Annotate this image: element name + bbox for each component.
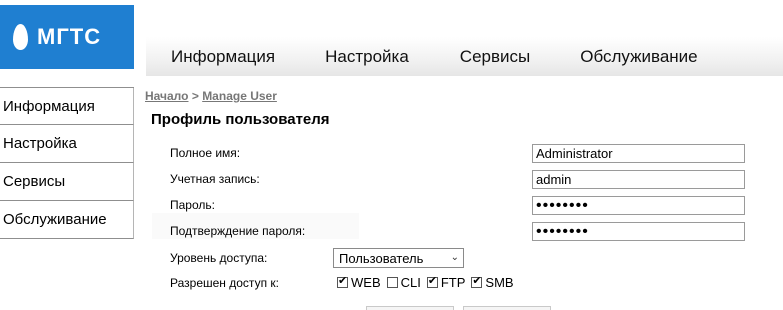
full-name-label: Полное имя:	[170, 146, 241, 160]
sidebar-item-settings[interactable]: Настройка	[0, 125, 134, 163]
breadcrumb: Начало > Manage User	[145, 89, 277, 103]
page: МГТС Информация Настройка Сервисы Обслуж…	[0, 0, 783, 310]
access-label: Разрешен доступ к:	[170, 276, 279, 290]
access-level-value: Пользователь	[339, 250, 424, 266]
access-checkbox-group: WEB CLI FTP SMB	[337, 274, 520, 290]
account-input[interactable]	[532, 170, 745, 189]
sidebar: Информация Настройка Сервисы Обслуживани…	[0, 87, 134, 239]
top-navigation: Информация Настройка Сервисы Обслуживани…	[146, 37, 783, 76]
password-confirm-input[interactable]	[532, 222, 745, 241]
sidebar-item-services[interactable]: Сервисы	[0, 163, 134, 201]
topnav-item-maintenance[interactable]: Обслуживание	[580, 47, 697, 67]
cancel-button[interactable]	[463, 306, 551, 310]
access-level-label: Уровень доступа:	[170, 251, 268, 265]
cli-checkbox-label: CLI	[400, 275, 421, 290]
password-confirm-label: Подтверждение пароля:	[170, 224, 306, 238]
full-name-input[interactable]	[532, 144, 745, 163]
apply-button[interactable]	[366, 306, 454, 310]
breadcrumb-home-link[interactable]: Начало	[145, 89, 188, 103]
logo-text: МГТС	[37, 24, 102, 49]
password-label: Пароль:	[170, 198, 215, 212]
sidebar-item-maintenance[interactable]: Обслуживание	[0, 201, 134, 239]
ftp-checkbox[interactable]	[426, 274, 438, 288]
sidebar-item-information[interactable]: Информация	[0, 88, 134, 125]
page-title: Профиль пользователя	[151, 111, 330, 128]
cli-checkbox[interactable]	[386, 277, 398, 288]
topnav-item-settings[interactable]: Настройка	[325, 47, 409, 67]
web-checkbox-label: WEB	[351, 275, 381, 290]
topnav-item-services[interactable]: Сервисы	[460, 47, 530, 67]
access-level-select[interactable]: Пользователь ⌄	[333, 248, 464, 268]
account-label: Учетная запись:	[170, 172, 260, 186]
breadcrumb-current-link[interactable]: Manage User	[202, 89, 277, 103]
logo-egg-icon	[13, 24, 28, 50]
ftp-checkbox-label: FTP	[440, 275, 466, 290]
breadcrumb-separator: >	[191, 89, 199, 103]
chevron-down-icon: ⌄	[450, 252, 459, 263]
smb-checkbox[interactable]	[471, 274, 483, 288]
mgts-logo[interactable]: МГТС	[0, 5, 134, 69]
web-checkbox[interactable]	[337, 274, 348, 288]
topnav-item-information[interactable]: Информация	[171, 47, 275, 67]
password-input[interactable]	[532, 196, 745, 215]
smb-checkbox-label: SMB	[485, 275, 514, 290]
